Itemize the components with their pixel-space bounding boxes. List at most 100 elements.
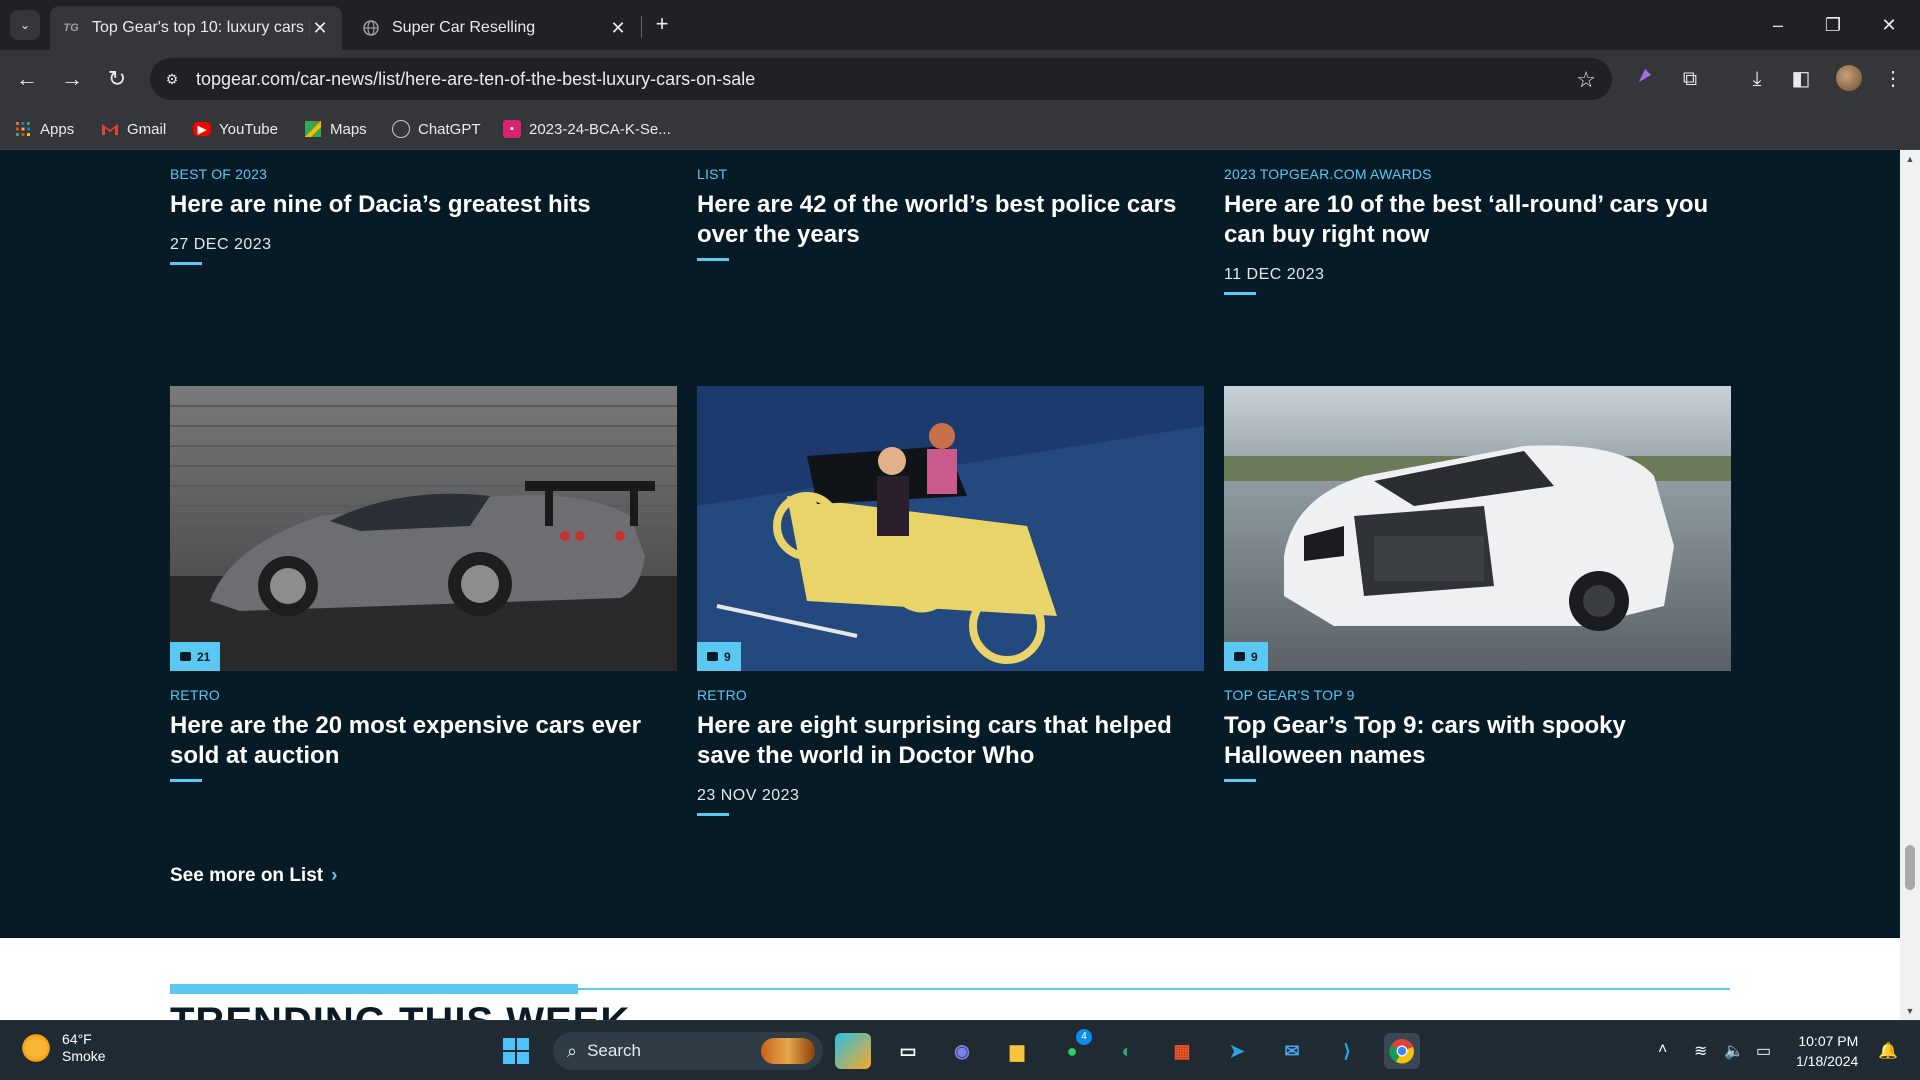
chevron-up-icon[interactable]: ˄: [1658, 1041, 1667, 1059]
article-category[interactable]: BEST OF 2023: [170, 166, 677, 182]
article-card[interactable]: 42 LIST Here are 42 of the world’s best …: [697, 150, 1204, 261]
accent-rule: [170, 779, 202, 782]
copilot-icon[interactable]: [835, 1033, 871, 1069]
bookmark-youtube[interactable]: ▶ YouTube: [193, 116, 278, 142]
reload-icon[interactable]: ↻: [102, 64, 132, 94]
system-clock[interactable]: 10:07 PM 1/18/2024: [1796, 1031, 1858, 1071]
tab-inactive[interactable]: Super Car Reselling ✕: [350, 6, 640, 50]
menu-dots-icon[interactable]: ⋮: [1880, 66, 1906, 92]
trending-heading: TRENDING THIS WEEK: [170, 1000, 630, 1020]
search-highlight-icon: [761, 1038, 815, 1064]
article-image[interactable]: 21: [170, 386, 677, 671]
forms-icon: ▪: [503, 120, 521, 138]
minimize-icon[interactable]: –: [1763, 10, 1793, 40]
chatgpt-icon: [392, 120, 410, 138]
battery-icon[interactable]: ▭: [1756, 1041, 1771, 1061]
forward-icon[interactable]: →: [57, 64, 87, 94]
task-view-icon[interactable]: ▭: [890, 1033, 926, 1069]
bookmark-label: YouTube: [219, 120, 278, 138]
article-headline[interactable]: Top Gear’s Top 9: cars with spooky Hallo…: [1224, 711, 1731, 771]
article-card[interactable]: 11 2023 TOPGEAR.COM AWARDS Here are 10 o…: [1224, 150, 1731, 295]
address-bar[interactable]: ⚙ topgear.com/car-news/list/here-are-ten…: [150, 58, 1612, 100]
tab-title: Top Gear's top 10: luxury cars | T: [92, 19, 310, 36]
article-category[interactable]: TOP GEAR'S TOP 9: [1224, 687, 1731, 703]
article-image[interactable]: 9: [1224, 386, 1731, 671]
article-headline[interactable]: Here are the 20 most expensive cars ever…: [170, 711, 677, 771]
close-window-icon[interactable]: ✕: [1874, 10, 1904, 40]
volume-icon[interactable]: 🔈: [1724, 1041, 1744, 1061]
article-card[interactable]: 21 RETRO Here are the 20 most expensive …: [170, 386, 677, 782]
trending-section: TRENDING THIS WEEK: [0, 938, 1900, 1020]
chrome-icon[interactable]: [1384, 1033, 1420, 1069]
see-more-label: See more on List: [170, 865, 324, 886]
tab-active[interactable]: TG Top Gear's top 10: luxury cars | T ✕: [50, 6, 342, 50]
section-accent-bar: [170, 984, 578, 994]
apps-grid-icon: [14, 120, 32, 138]
taskbar-search[interactable]: ⌕ Search: [553, 1032, 823, 1070]
article-headline[interactable]: Here are eight surprising cars that help…: [697, 711, 1204, 771]
comment-count-badge[interactable]: 21: [170, 642, 221, 671]
bookmark-maps[interactable]: Maps: [304, 116, 367, 142]
weather-widget[interactable]: 64°F Smoke: [20, 1031, 106, 1065]
article-image[interactable]: 9: [697, 386, 1204, 671]
wifi-icon[interactable]: ≋: [1694, 1041, 1707, 1061]
article-category[interactable]: LIST: [697, 166, 1204, 182]
bookmark-apps[interactable]: Apps: [14, 116, 74, 142]
article-card[interactable]: 9 RETRO Here are eight surprising cars t…: [697, 386, 1204, 816]
search-label: Search: [587, 1041, 641, 1060]
extensions-puzzle-icon[interactable]: ⧉: [1677, 66, 1703, 92]
accent-rule: [697, 258, 729, 261]
page-scrollbar[interactable]: ▲ ▼: [1900, 150, 1920, 1020]
article-headline[interactable]: Here are 42 of the world’s best police c…: [697, 190, 1204, 250]
see-more-link[interactable]: See more on List ›: [170, 865, 337, 887]
mail-icon[interactable]: ✉: [1274, 1033, 1310, 1069]
tab-strip: ⌄ TG Top Gear's top 10: luxury cars | T …: [0, 0, 1920, 50]
restore-icon[interactable]: ❐: [1818, 10, 1848, 40]
close-tab-icon[interactable]: ✕: [608, 18, 628, 39]
side-panel-icon[interactable]: ◧: [1788, 66, 1814, 92]
bookmarks-bar: Apps Gmail ▶ YouTube Maps ChatGPT ▪ 2023…: [0, 108, 1920, 150]
article-card[interactable]: 9 BEST OF 2023 Here are nine of Dacia’s …: [170, 150, 677, 265]
topgear-favicon-icon: TG: [63, 22, 79, 34]
bookmark-gmail[interactable]: Gmail: [101, 116, 166, 142]
scroll-up-arrow-icon[interactable]: ▲: [1900, 154, 1920, 164]
bookmark-label: 2023-24-BCA-K-Se...: [529, 120, 671, 138]
microsoft-store-icon[interactable]: ▦: [1164, 1033, 1200, 1069]
site-info-icon[interactable]: ⚙: [162, 69, 182, 89]
bookmark-chatgpt[interactable]: ChatGPT: [392, 116, 481, 142]
bookmark-star-icon[interactable]: ☆: [1576, 67, 1596, 93]
close-tab-icon[interactable]: ✕: [310, 18, 330, 39]
scroll-down-arrow-icon[interactable]: ▼: [1900, 1006, 1920, 1016]
vscode-icon[interactable]: ⟩: [1329, 1033, 1365, 1069]
weather-temp: 64°F: [62, 1031, 92, 1047]
accent-rule: [697, 813, 729, 816]
file-explorer-icon[interactable]: ▆: [999, 1033, 1035, 1069]
article-card[interactable]: 9 TOP GEAR'S TOP 9 Top Gear’s Top 9: car…: [1224, 386, 1731, 782]
extension-icon[interactable]: [1632, 66, 1658, 92]
article-headline[interactable]: Here are 10 of the best ‘all-round’ cars…: [1224, 190, 1731, 250]
tab-search-button[interactable]: ⌄: [10, 10, 40, 40]
comment-count-badge[interactable]: 9: [697, 642, 741, 671]
back-icon[interactable]: ←: [12, 64, 42, 94]
teams-chat-icon[interactable]: ◉: [944, 1033, 980, 1069]
browser-toolbar: ← → ↻ ⚙ topgear.com/car-news/list/here-a…: [0, 50, 1920, 108]
edge-icon[interactable]: ◐: [1109, 1033, 1145, 1069]
comment-icon: [180, 652, 191, 661]
windows-start-icon[interactable]: [498, 1033, 534, 1069]
telegram-icon[interactable]: ➤: [1219, 1033, 1255, 1069]
download-icon[interactable]: ⤓: [1744, 66, 1770, 92]
article-category[interactable]: RETRO: [170, 687, 677, 703]
comment-count-badge[interactable]: 9: [1224, 642, 1268, 671]
profile-avatar[interactable]: [1836, 65, 1862, 91]
url-text[interactable]: topgear.com/car-news/list/here-are-ten-o…: [196, 69, 755, 90]
article-category[interactable]: RETRO: [697, 687, 1204, 703]
maps-icon: [304, 120, 322, 138]
bookmark-forms[interactable]: ▪ 2023-24-BCA-K-Se...: [503, 116, 671, 142]
new-tab-button[interactable]: +: [650, 12, 674, 36]
tab-divider: [641, 16, 642, 38]
notification-bell-icon[interactable]: 🔔: [1878, 1041, 1898, 1061]
article-category[interactable]: 2023 TOPGEAR.COM AWARDS: [1224, 166, 1731, 182]
scrollbar-thumb[interactable]: [1905, 845, 1915, 890]
accent-rule: [170, 262, 202, 265]
article-headline[interactable]: Here are nine of Dacia’s greatest hits: [170, 190, 677, 220]
